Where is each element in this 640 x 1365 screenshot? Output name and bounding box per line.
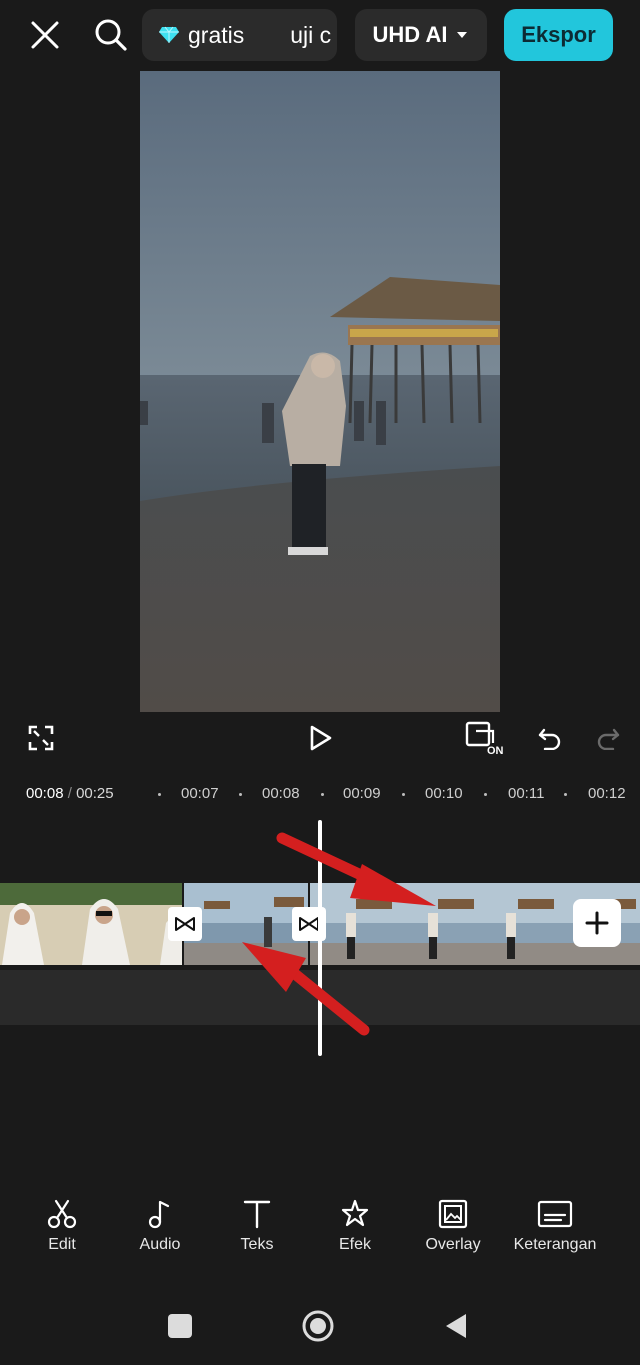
tool-label: Keterangan [513,1236,597,1253]
captions-icon [537,1200,573,1228]
time-separator: / [67,785,72,802]
undo-icon [538,728,561,750]
search-button[interactable] [88,12,134,58]
arrow-icon [276,832,436,906]
text-icon [243,1200,271,1229]
export-button[interactable]: Ekspor [504,9,613,61]
close-icon [31,21,59,49]
resolution-label: UHD AI [372,22,448,47]
ruler-label: 00:07 [181,785,219,802]
back-triangle-icon [446,1314,466,1338]
total-time: 00:25 [76,785,114,802]
tool-overlay[interactable]: Overlay [398,1198,508,1254]
play-button[interactable] [300,718,342,758]
tool-label: Teks [240,1236,274,1253]
ruler-tick [564,793,567,796]
ruler-label: 00:11 [508,785,545,802]
pro-trial-pill[interactable]: gratis uji c [142,9,337,61]
tool-edit[interactable]: Edit [7,1198,117,1254]
pro-label: gratis [188,21,245,48]
tool-label: Overlay [425,1236,481,1253]
ruler-label: 00:12 [588,785,626,802]
ruler-tick [484,793,487,796]
diamond-icon [159,26,179,43]
tool-label: Edit [48,1236,76,1253]
ruler-tick [239,793,242,796]
annotation-arrows [242,832,436,1036]
undo-button[interactable] [532,720,568,756]
timecode: 00:08 / 00:25 [26,785,114,802]
redo-icon [597,728,620,750]
ruler-tick [402,793,405,796]
close-button[interactable] [22,14,68,56]
trial-label: uji c [290,21,332,48]
tool-label: Audio [139,1236,181,1253]
fullscreen-button[interactable] [22,720,60,756]
keyframe-toggle[interactable]: ON [462,718,506,758]
current-time: 00:08 [26,785,64,802]
scissors-icon [47,1199,77,1229]
keyframe-on-icon: ON [465,721,504,757]
video-preview[interactable] [140,71,500,712]
back-button[interactable] [442,1312,470,1340]
redo-button[interactable] [590,720,626,756]
ruler-label: 00:10 [425,785,463,802]
home-button[interactable] [300,1308,336,1344]
ruler-label: 00:09 [343,785,381,802]
tool-audio[interactable]: Audio [105,1198,215,1254]
home-circle-icon [302,1310,334,1342]
preview-frame [140,71,500,712]
resolution-dropdown[interactable]: UHD AI [355,9,487,61]
ruler-tick [158,793,161,796]
music-note-icon [148,1200,170,1229]
keyframe-label: ON [487,745,504,757]
overlay-icon [438,1199,468,1229]
recent-apps-button[interactable] [168,1314,192,1338]
chevron-down-icon [457,32,468,38]
fullscreen-icon [28,725,54,751]
tool-label: Efek [338,1236,371,1253]
ruler-tick [321,793,324,796]
play-icon [310,725,332,751]
tool-captions[interactable]: Keterangan [500,1198,610,1254]
tool-effects[interactable]: Efek [300,1198,410,1254]
ruler-label: 00:08 [262,785,300,802]
arrow-icon [242,942,370,1036]
tool-text[interactable]: Teks [202,1198,312,1254]
star-effect-icon [341,1199,369,1227]
search-icon [95,19,127,51]
